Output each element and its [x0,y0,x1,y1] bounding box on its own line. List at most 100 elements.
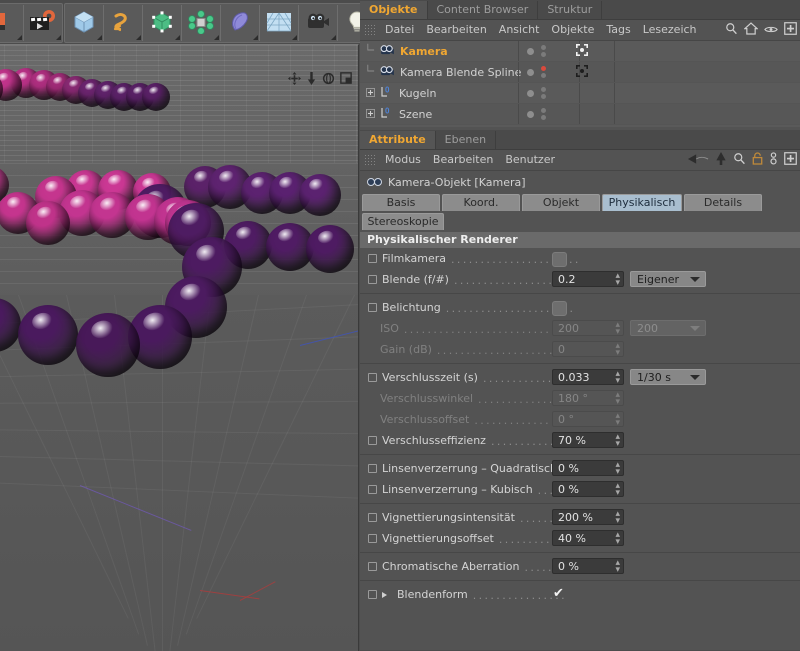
am-menu-modus[interactable]: Modus [379,150,427,170]
spinner-icon[interactable]: ▴ ▾ [615,510,620,526]
render-visibility-dot[interactable] [541,94,546,99]
panel-grip-icon[interactable] [364,24,376,36]
maximize-view-icon[interactable] [340,72,352,87]
visibility-dots[interactable] [541,87,546,99]
value-field[interactable]: 0 % ▴ ▾ [552,558,624,575]
home-icon[interactable] [743,22,759,38]
tab-objekte[interactable]: Objekte [360,1,428,19]
editor-visibility-dot[interactable] [541,87,546,92]
am-menu-bearbeiten[interactable]: Bearbeiten [427,150,499,170]
expand-toggle-icon[interactable] [366,108,375,121]
spinner-icon[interactable]: ▴ ▾ [615,370,620,386]
cube-button[interactable] [65,5,104,41]
render-visibility-dot[interactable] [541,52,546,57]
editor-visibility-dot[interactable] [541,66,546,71]
om-menu-ansicht[interactable]: Ansicht [493,20,546,40]
visibility-dots[interactable] [541,45,546,57]
spinner-icon[interactable]: ▴ ▾ [615,433,620,449]
keyframe-marker-icon[interactable] [368,534,377,543]
perspective-viewport[interactable] [0,44,359,651]
search-icon[interactable] [725,22,738,38]
enable-dot[interactable] [527,68,534,76]
sphere[interactable] [299,174,341,216]
object-row-kugeln[interactable]: 0 Kugeln [360,83,800,104]
checkbox-unchecked[interactable] [552,301,567,316]
deformer-button[interactable] [221,5,260,41]
target-tag-icon[interactable] [576,64,588,80]
back-arrow-icon[interactable] [687,153,709,168]
dolly-view-icon[interactable] [306,71,317,88]
value-field[interactable]: 40 % ▴ ▾ [552,530,624,547]
keyframe-marker-icon[interactable] [368,303,377,312]
keyframe-marker-icon[interactable] [368,254,377,263]
chevron-down-icon[interactable] [690,277,700,282]
eye-icon[interactable] [764,24,778,37]
link-icon[interactable] [769,152,778,168]
sphere[interactable] [142,83,170,111]
keyframe-marker-icon[interactable] [368,590,377,599]
sphere[interactable] [306,225,354,273]
keyframe-marker-icon[interactable] [368,275,377,284]
enable-dot[interactable] [527,47,534,55]
tab-struktur[interactable]: Struktur [538,1,603,19]
render-visibility-dot[interactable] [541,115,546,120]
enable-dot[interactable] [527,110,534,118]
render-view-button[interactable] [0,5,24,41]
spinner-icon[interactable]: ▴ ▾ [615,321,620,337]
spinner-icon[interactable]: ▴ ▾ [615,391,620,407]
lock-icon[interactable] [752,152,763,168]
preset-dropdown[interactable]: Eigener [630,271,706,287]
array-button[interactable] [182,5,221,41]
spinner-icon[interactable]: ▴ ▾ [615,412,620,428]
chevron-down-icon[interactable] [690,375,700,380]
prop-tab-details[interactable]: Details [684,194,762,211]
sphere[interactable] [18,305,78,365]
om-menu-bearbeiten[interactable]: Bearbeiten [420,20,492,40]
value-field[interactable]: 0 % ▴ ▾ [552,481,624,498]
forward-arrow-icon[interactable] [715,152,727,168]
spline-button[interactable] [104,5,143,41]
object-row-kamera-blende-spline[interactable]: Kamera Blende Spline [360,62,800,83]
chevron-down-icon[interactable] [690,326,700,331]
keyframe-marker-icon[interactable] [368,562,377,571]
spinner-icon[interactable]: ▴ ▾ [615,482,620,498]
target-tag-icon[interactable] [576,43,588,59]
prop-tab-stereoskopie[interactable]: Stereoskopie [362,213,444,230]
prop-tab-physikalisch[interactable]: Physikalisch [602,194,682,211]
nurbs-button[interactable] [143,5,182,41]
spinner-icon[interactable]: ▴ ▾ [615,461,620,477]
prop-tab-objekt[interactable]: Objekt [522,194,600,211]
om-menu-tags[interactable]: Tags [600,20,636,40]
tab-ebenen[interactable]: Ebenen [435,131,497,149]
value-field[interactable]: 0.2 ▴ ▾ [552,271,624,288]
object-row-szene[interactable]: 0 Szene [360,104,800,125]
keyframe-marker-icon[interactable] [368,513,377,522]
render-queue-button[interactable] [24,5,62,41]
keyframe-marker-icon[interactable] [368,464,377,473]
editor-visibility-dot[interactable] [541,108,546,113]
editor-visibility-dot[interactable] [541,45,546,50]
value-field[interactable]: 0.033 ▴ ▾ [552,369,624,386]
search-icon[interactable] [733,152,746,168]
om-menu-datei[interactable]: Datei [379,20,420,40]
spinner-icon[interactable]: ▴ ▾ [615,272,620,288]
camera-button[interactable] [299,5,338,41]
expand-toggle-icon[interactable] [366,87,375,100]
value-field[interactable]: 200 % ▴ ▾ [552,509,624,526]
keyframe-marker-icon[interactable] [368,436,377,445]
floor-button[interactable] [260,5,299,41]
panel-grip-icon[interactable] [364,154,376,166]
expand-triangle-icon[interactable] [382,591,392,598]
value-field[interactable]: 0 % ▴ ▾ [552,460,624,477]
om-menu-objekte[interactable]: Objekte [545,20,600,40]
visibility-dots[interactable] [541,66,546,78]
plus-icon[interactable] [784,22,797,38]
tab-attribute[interactable]: Attribute [360,131,436,149]
spinner-icon[interactable]: ▴ ▾ [615,342,620,358]
object-manager-list[interactable]: Kamera Kamera Blende Spline 0 Kugeln 0 Szene [360,41,800,127]
checkbox-checked[interactable]: ✔ [552,587,565,601]
object-row-kamera[interactable]: Kamera [360,41,800,62]
sphere[interactable] [76,313,140,377]
tab-content-browser[interactable]: Content Browser [427,1,539,19]
pan-view-icon[interactable] [288,71,301,88]
